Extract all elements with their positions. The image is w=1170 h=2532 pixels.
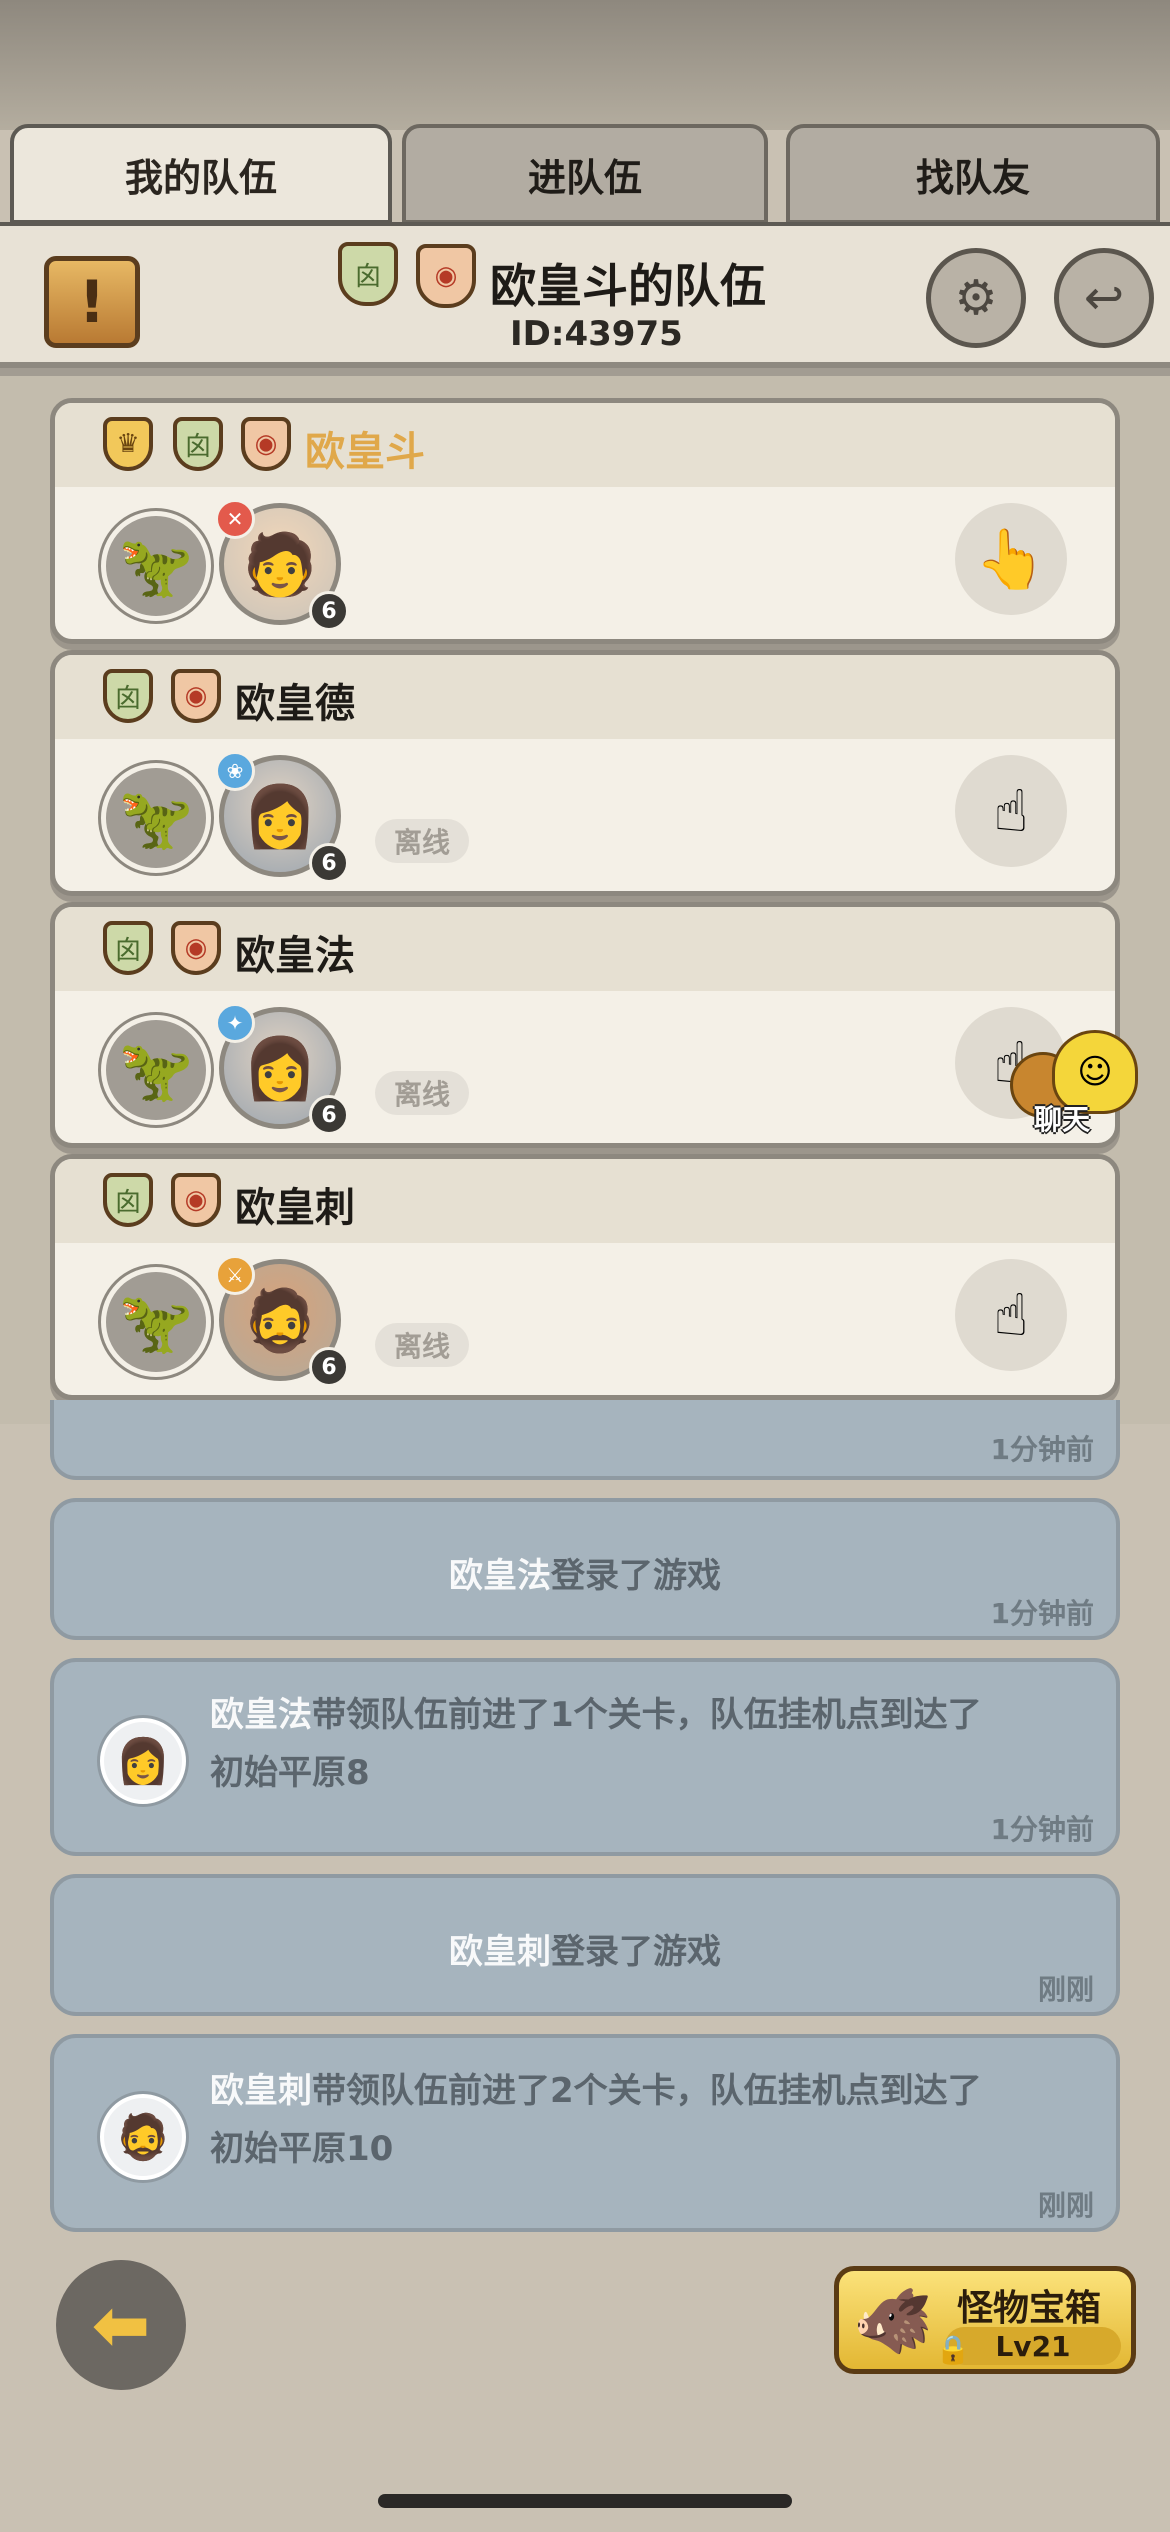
chat-label: 聊天: [1034, 1103, 1091, 1136]
mage-class-icon: ✦: [215, 1003, 255, 1043]
offline-status: 离线: [375, 819, 469, 863]
chest-title: 怪物宝箱: [957, 2288, 1102, 2329]
boar-chest-icon: 🐗: [853, 2284, 933, 2359]
offline-status: 离线: [375, 1071, 469, 1115]
feed-item: 👩 欧皇法带领队伍前进了1个关卡，队伍挂机点到达了 初始平原8 1分钟前: [50, 1658, 1120, 1856]
member-level: 6: [309, 1095, 349, 1135]
feed-player-name: 欧皇法: [449, 1556, 551, 1596]
druid-class-icon: ❀: [215, 751, 255, 791]
member-level: 6: [309, 843, 349, 883]
member-header: 囟 ◉ 欧皇法: [55, 907, 1115, 991]
feed-item: 1分钟前: [50, 1400, 1120, 1480]
feed-time: 1分钟前: [990, 1597, 1094, 1630]
pet-placeholder-icon[interactable]: 🦖: [101, 1015, 211, 1125]
pet-placeholder-icon[interactable]: 🦖: [101, 1267, 211, 1377]
notice-scroll-icon[interactable]: !: [44, 256, 140, 348]
feed-text: 带领队伍前进了1个关卡，队伍挂机点到达了: [312, 1695, 982, 1735]
pet-placeholder-icon[interactable]: 🦖: [101, 511, 211, 621]
feed-player-name: 欧皇刺: [449, 1932, 551, 1972]
feed-text: 带领队伍前进了2个关卡，队伍挂机点到达了: [312, 2071, 982, 2111]
emblem-badge-icon: ◉: [171, 669, 221, 723]
settings-gear-icon[interactable]: ⚙: [926, 248, 1026, 348]
emblem-badge-icon: ◉: [241, 417, 291, 471]
team-name: 欧皇斗的队伍: [490, 259, 766, 313]
feed-time: 1分钟前: [990, 1813, 1094, 1846]
chest-level: Lv21: [945, 2327, 1121, 2365]
feed-message: 欧皇法登录了游戏: [54, 1548, 1116, 1597]
back-arrow-icon[interactable]: ⬅: [56, 2260, 186, 2390]
team-rank-badge-icon: 囟: [338, 242, 398, 306]
member-level: 6: [309, 591, 349, 631]
member-card: 囟 ◉ 欧皇法 🦖 👩 ✦ 6 离线 ☝: [50, 902, 1120, 1148]
offline-status: 离线: [375, 1323, 469, 1367]
swap-star-icon[interactable]: ☝: [955, 755, 1067, 867]
member-level: 6: [309, 1347, 349, 1387]
feed-item: 欧皇刺登录了游戏 刚刚: [50, 1874, 1120, 2016]
rank-badge-icon: 囟: [103, 669, 153, 723]
assassin-class-icon: ⚔: [215, 1255, 255, 1295]
feed-text: 登录了游戏: [551, 1932, 721, 1972]
feed-time: 刚刚: [1037, 1973, 1094, 2006]
home-indicator[interactable]: [378, 2494, 792, 2508]
feed-message: 欧皇刺登录了游戏: [54, 1924, 1116, 1973]
feed-avatar: 🧔: [100, 2094, 186, 2180]
member-name: 欧皇法: [235, 933, 355, 979]
feed-item: 🧔 欧皇刺带领队伍前进了2个关卡，队伍挂机点到达了 初始平原10 刚刚: [50, 2034, 1120, 2232]
feed-item: 欧皇法登录了游戏 1分钟前: [50, 1498, 1120, 1640]
chat-button[interactable]: ☺ 聊天: [1010, 1022, 1150, 1142]
feed-message: 欧皇刺带领队伍前进了2个关卡，队伍挂机点到达了 初始平原10: [210, 2062, 1090, 2178]
tab-join-team[interactable]: 进队伍: [402, 124, 768, 224]
member-card: 囟 ◉ 欧皇德 🦖 👩 ❀ 6 离线 ☝: [50, 650, 1120, 896]
top-background: [0, 0, 1170, 130]
member-header: ♛ 囟 ◉ 欧皇斗: [55, 403, 1115, 487]
team-emblem-badge-icon: ◉: [416, 244, 476, 308]
leader-crown-icon: ♛: [103, 417, 153, 471]
pet-placeholder-icon[interactable]: 🦖: [101, 763, 211, 873]
member-name: 欧皇刺: [235, 1185, 355, 1231]
member-header: 囟 ◉ 欧皇德: [55, 655, 1115, 739]
tab-find-teammates[interactable]: 找队友: [786, 124, 1160, 224]
feed-avatar: 👩: [100, 1718, 186, 1804]
warrior-class-icon: ✕: [215, 499, 255, 539]
feed-player-name: 欧皇法: [210, 1695, 312, 1735]
emblem-badge-icon: ◉: [171, 921, 221, 975]
team-tabs: 我的队伍 进队伍 找队友: [0, 124, 1170, 224]
team-id: ID:43975: [510, 314, 683, 354]
swap-star-icon[interactable]: ☝: [955, 1259, 1067, 1371]
feed-text-line2: 初始平原10: [210, 2129, 394, 2169]
member-card: 囟 ◉ 欧皇刺 🦖 🧔 ⚔ 6 离线 ☝: [50, 1154, 1120, 1400]
member-card: ♛ 囟 ◉ 欧皇斗 🦖 🧑 ✕ 6 👆: [50, 398, 1120, 644]
feed-text-line2: 初始平原8: [210, 1753, 370, 1793]
leave-team-icon[interactable]: ↩: [1054, 248, 1154, 348]
monster-chest-button[interactable]: 🐗 怪物宝箱 Lv21 🔒: [834, 2266, 1136, 2374]
lock-icon: 🔒: [935, 2332, 971, 2366]
feed-player-name: 欧皇刺: [210, 2071, 312, 2111]
emblem-badge-icon: ◉: [171, 1173, 221, 1227]
rank-badge-icon: 囟: [103, 1173, 153, 1227]
member-name: 欧皇德: [235, 681, 355, 727]
feed-time: 1分钟前: [990, 1433, 1094, 1466]
rank-badge-icon: 囟: [103, 921, 153, 975]
tab-my-team[interactable]: 我的队伍: [10, 124, 392, 224]
feed-message: 欧皇法带领队伍前进了1个关卡，队伍挂机点到达了 初始平原8: [210, 1686, 1090, 1802]
feed-time: 刚刚: [1037, 2189, 1094, 2222]
feed-text: 登录了游戏: [551, 1556, 721, 1596]
member-name: 欧皇斗: [305, 429, 425, 475]
team-header: ! 囟 ◉ 欧皇斗的队伍 ID:43975 ⚙ ↩: [0, 222, 1170, 376]
hand-card-icon[interactable]: 👆: [955, 503, 1067, 615]
member-header: 囟 ◉ 欧皇刺: [55, 1159, 1115, 1243]
rank-badge-icon: 囟: [173, 417, 223, 471]
